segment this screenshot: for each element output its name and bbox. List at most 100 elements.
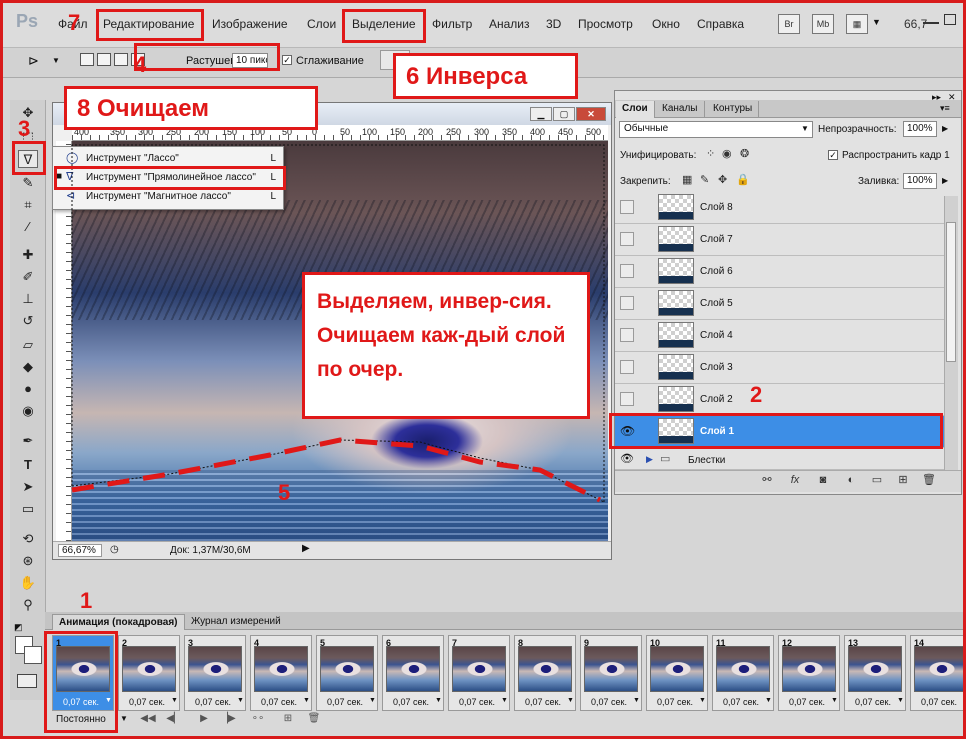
tab-animation[interactable]: Анимация (покадровая) [52,614,185,630]
panel-menu-icon[interactable]: ▾≡ [940,103,950,114]
crop-tool-icon[interactable]: ⌗ [18,196,38,214]
new-selection-icon[interactable] [80,53,94,66]
eyedropper-tool-icon[interactable]: ⁄ [18,218,38,236]
animation-frame[interactable]: 8 0,07 сек. ▼ [514,635,576,711]
animation-frame[interactable]: 10 0,07 сек. ▼ [646,635,708,711]
minimize-icon[interactable] [923,10,939,24]
tab-paths[interactable]: Контуры [707,101,760,118]
eye-icon[interactable]: 👁 [620,452,634,465]
unify-position-icon[interactable]: ⁘ [706,147,715,160]
chevron-down-icon[interactable]: ▼ [801,124,809,133]
pen-tool-icon[interactable]: ✒ [18,432,38,450]
visibility-toggle[interactable] [620,328,634,342]
opacity-arrow-icon[interactable]: ▶ [942,124,948,133]
layer-name[interactable]: Слой 8 [700,202,733,213]
tool-preset-arrow-icon[interactable]: ▼ [52,56,60,65]
opacity-field[interactable]: 100% [903,121,937,137]
group-name[interactable]: Блестки [688,455,725,466]
delete-layer-icon[interactable]: 🗑 [922,474,936,488]
type-tool-icon[interactable]: T [18,456,38,474]
restore-icon[interactable] [944,14,956,25]
layer-style-icon[interactable]: fx [788,474,802,488]
frame-delay[interactable]: 0,07 сек. [129,697,165,707]
menu-analysis[interactable]: Анализ [489,17,530,35]
frame-delay[interactable]: 0,07 сек. [855,697,891,707]
frame-delay[interactable]: 0,07 сек. [393,697,429,707]
menu-help[interactable]: Справка [697,17,744,35]
blend-mode-select[interactable]: Обычные [619,121,813,138]
paint-bucket-tool-icon[interactable]: ◆ [18,358,38,376]
animation-frame[interactable]: 9 0,07 сек. ▼ [580,635,642,711]
animation-frame[interactable]: 4 0,07 сек. ▼ [250,635,312,711]
animation-frame[interactable]: 140,07 сек.▼ [910,635,966,711]
zoom-tool-icon[interactable]: ⚲ [18,596,38,614]
menu-3d[interactable]: 3D [546,17,561,35]
menu-window[interactable]: Окно [652,17,680,35]
chevron-down-icon[interactable]: ▼ [435,697,442,704]
first-frame-icon[interactable]: ◀◀ [140,713,156,727]
status-menu-arrow-icon[interactable]: ▶ [302,543,310,554]
unify-visibility-icon[interactable]: ◉ [722,147,732,160]
tween-icon[interactable]: ∘∘ [250,713,266,727]
view-extras-icon[interactable]: ▦ [846,14,868,34]
layer-name[interactable]: Слой 5 [700,298,733,309]
fill-arrow-icon[interactable]: ▶ [942,176,948,185]
hand-tool-icon[interactable]: ✋ [18,574,38,592]
eraser-tool-icon[interactable]: ▱ [18,336,38,354]
layer-name[interactable]: Слой 3 [700,362,733,373]
new-group-icon[interactable]: ▭ [870,474,884,488]
tab-channels[interactable]: Каналы [656,101,705,118]
frame-delay[interactable]: 0,07 сек. [657,697,693,707]
polygonal-lasso-icon[interactable]: ⊳ [28,53,39,69]
frame-delay[interactable]: 0,07 сек. [327,697,363,707]
layer-name[interactable]: Слой 2 [700,394,733,405]
layer-name[interactable]: Слой 4 [700,330,733,341]
animation-frame[interactable]: 12 0,07 сек. ▼ [778,635,840,711]
chevron-down-icon[interactable]: ▼ [369,697,376,704]
new-layer-icon[interactable]: ⊞ [896,474,910,488]
lock-transparency-icon[interactable]: ▦ [682,173,692,186]
delete-frame-icon[interactable]: 🗑 [306,713,322,727]
visibility-toggle[interactable] [620,264,634,278]
animation-frame[interactable]: 2 0,07 сек. ▼ [118,635,180,711]
chevron-down-icon[interactable]: ▼ [633,697,640,704]
brush-tool-icon[interactable]: ✐ [18,268,38,286]
layer-name[interactable]: Слой 6 [700,266,733,277]
tab-measurement-log[interactable]: Журнал измерений [185,614,287,630]
lock-position-icon[interactable]: ✥ [718,173,727,186]
frame-delay[interactable]: 0,07 сек. [195,697,231,707]
chevron-down-icon[interactable]: ▼ [567,697,574,704]
subtract-selection-icon[interactable] [114,53,128,66]
adjustment-layer-icon[interactable]: ◐ [844,474,858,488]
fill-field[interactable]: 100% [903,173,937,189]
doc-maximize-icon[interactable]: ▢ [553,107,575,121]
layers-scroll-thumb[interactable] [946,222,956,362]
bridge-icon[interactable]: Br [778,14,800,34]
quick-selection-tool-icon[interactable]: ✎ [18,174,38,192]
expand-group-icon[interactable]: ▶ [646,454,653,465]
clone-stamp-tool-icon[interactable]: ⊥ [18,290,38,308]
visibility-toggle[interactable] [620,200,634,214]
status-options-icon[interactable]: ◷ [110,544,119,555]
animation-frame[interactable]: 6 0,07 сек. ▼ [382,635,444,711]
frame-delay[interactable]: 0,07 сек. [459,697,495,707]
frame-delay[interactable]: 0,07 сек. [723,697,759,707]
doc-close-icon[interactable]: ✕ [576,107,606,121]
lock-pixels-icon[interactable]: ✎ [700,173,709,186]
animation-frame[interactable]: 7 0,07 сек. ▼ [448,635,510,711]
quick-mask-icon[interactable] [17,674,37,688]
menu-image[interactable]: Изображение [212,17,288,35]
rectangle-tool-icon[interactable]: ▭ [18,500,38,518]
chevron-down-icon[interactable]: ▼ [303,697,310,704]
prev-frame-icon[interactable]: ◀▏ [166,713,182,727]
chevron-down-icon[interactable]: ▼ [831,697,838,704]
path-selection-tool-icon[interactable]: ➤ [18,478,38,496]
chevron-down-icon[interactable]: ▼ [897,697,904,704]
3d-rotate-tool-icon[interactable]: ⟲ [18,530,38,548]
history-brush-tool-icon[interactable]: ↺ [18,312,38,330]
frame-delay[interactable]: 0,07 сек. [591,697,627,707]
chevron-down-icon[interactable]: ▼ [171,697,178,704]
animation-frame[interactable]: 13 0,07 сек. ▼ [844,635,906,711]
add-mask-icon[interactable]: ◙ [816,474,830,488]
blur-tool-icon[interactable]: ● [18,380,38,398]
